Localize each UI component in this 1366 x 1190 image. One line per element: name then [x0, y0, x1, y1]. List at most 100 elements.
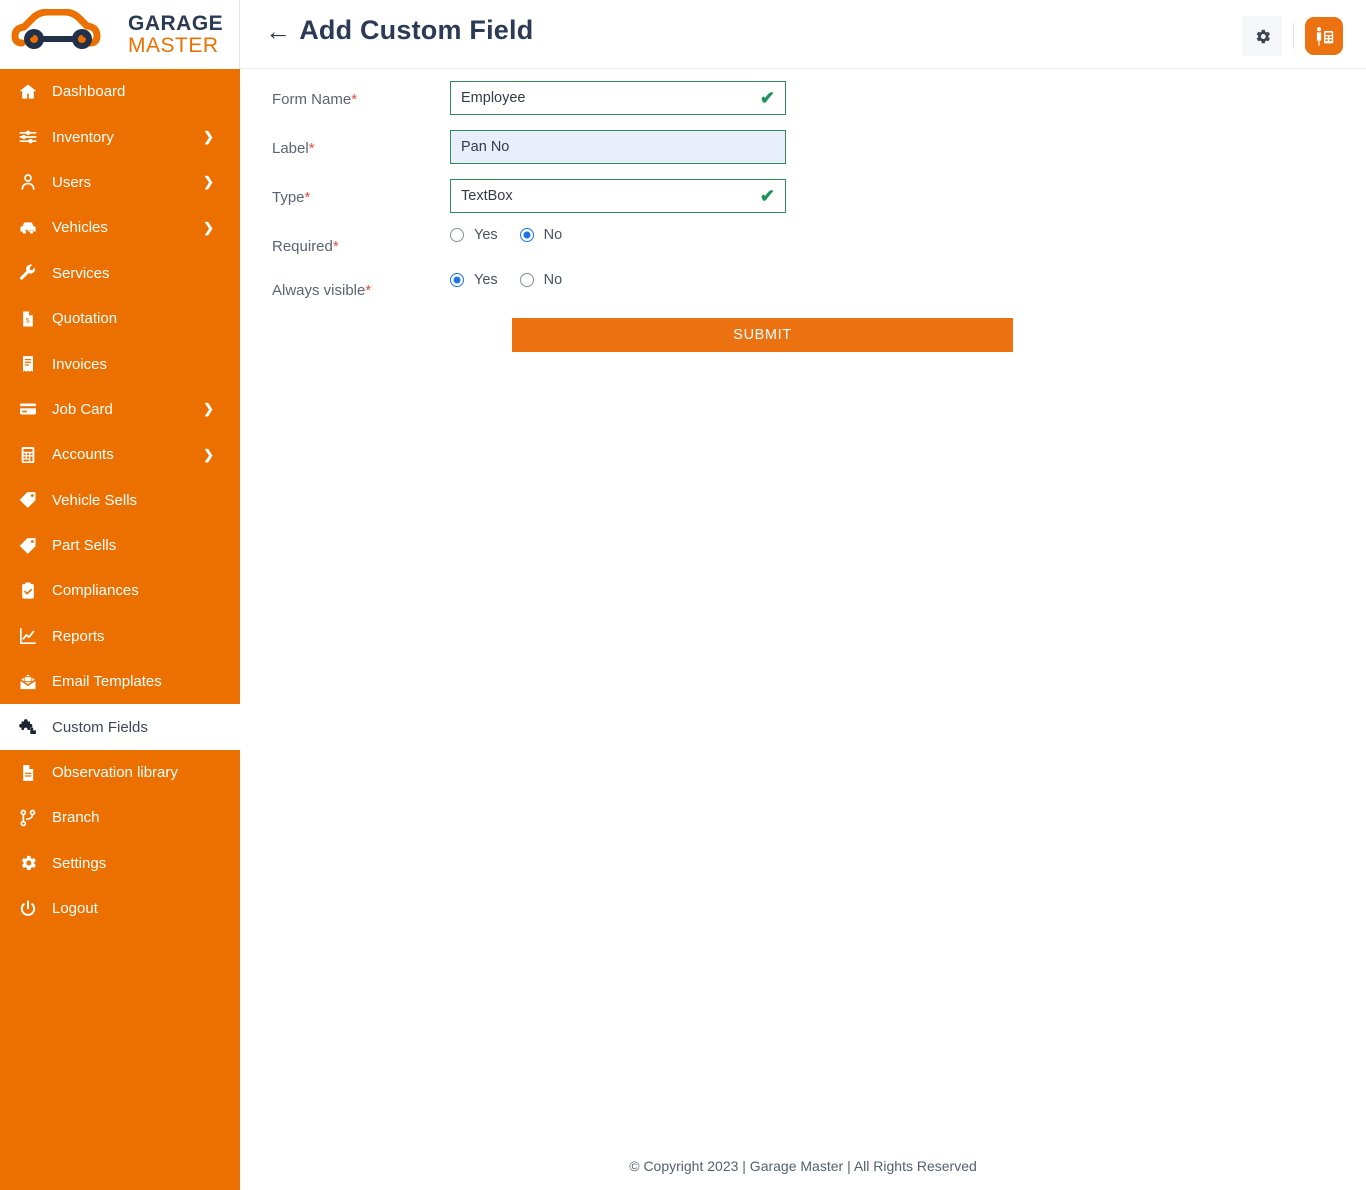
field-label: Label*: [272, 140, 315, 157]
page-title: ← Add Custom Field: [265, 15, 533, 46]
sidebar-item-label: Dashboard: [52, 83, 125, 100]
settings-button[interactable]: [1242, 16, 1282, 56]
valid-check-icon: ✔: [760, 89, 775, 107]
tag-icon: [18, 490, 38, 510]
clipboard-check-icon: [18, 581, 38, 601]
power-icon: [18, 899, 38, 919]
radio-required-no[interactable]: No: [520, 227, 563, 243]
sidebar-item-label: Observation library: [52, 764, 178, 781]
chevron-right-icon[interactable]: ❯: [203, 129, 214, 145]
sidebar-item-label: Logout: [52, 900, 98, 917]
sidebar-item-logout[interactable]: Logout: [0, 886, 240, 931]
chevron-right-icon[interactable]: ❯: [203, 220, 214, 236]
radio-dot[interactable]: [520, 228, 534, 242]
sidebar-item-inventory[interactable]: Inventory❯: [0, 114, 240, 159]
input-value: Employee: [461, 90, 525, 106]
sidebar-item-part-sells[interactable]: Part Sells: [0, 523, 240, 568]
radio-dot[interactable]: [450, 273, 464, 287]
sidebar-item-invoices[interactable]: Invoices: [0, 341, 240, 386]
header-actions: [1242, 16, 1343, 56]
sidebar-item-dashboard[interactable]: Dashboard: [0, 69, 240, 114]
wrench-icon: [18, 263, 38, 283]
gear-icon: [1253, 27, 1272, 46]
home-icon: [18, 82, 38, 102]
radio-dot[interactable]: [520, 273, 534, 287]
receipt-icon-wrap: [16, 354, 40, 374]
user-icon: [18, 172, 38, 192]
branch-icon: [18, 808, 38, 828]
brand-line2: MASTER: [128, 35, 223, 56]
sidebar-item-quotation[interactable]: $Quotation: [0, 296, 240, 341]
sidebar-item-vehicle-sells[interactable]: Vehicle Sells: [0, 478, 240, 523]
sidebar-item-label: Settings: [52, 855, 106, 872]
sidebar-item-accounts[interactable]: Accounts ❯: [0, 432, 240, 477]
home-icon-wrap: [16, 82, 40, 102]
sidebar-item-job-card[interactable]: Job Card ❯: [0, 387, 240, 432]
document-icon-wrap: [16, 763, 40, 783]
sidebar-item-label: Vehicle Sells: [52, 492, 137, 509]
radio-label: No: [544, 227, 563, 243]
clipboard-check-icon-wrap: [16, 581, 40, 601]
sidebar-item-branch[interactable]: Branch: [0, 795, 240, 840]
sidebar-item-reports[interactable]: Reports: [0, 614, 240, 659]
sidebar-item-label: Accounts: [52, 446, 114, 463]
power-icon-wrap: [16, 899, 40, 919]
sidebar-item-label: Email Templates: [52, 673, 162, 690]
radio-required-yes[interactable]: Yes: [450, 227, 498, 243]
sidebar-item-label: Reports: [52, 628, 105, 645]
field-label: Type*: [272, 189, 310, 206]
sidebar-item-label: Users: [52, 174, 91, 191]
sidebar-item-compliances[interactable]: Compliances: [0, 568, 240, 613]
valid-check-icon: ✔: [760, 187, 775, 205]
sidebar-item-vehicles[interactable]: Vehicles❯: [0, 205, 240, 250]
tag-icon-wrap: [16, 536, 40, 556]
sidebar-item-email-templates[interactable]: Email Templates: [0, 659, 240, 704]
brand-line1: GARAGE: [128, 13, 223, 34]
wrench-icon-wrap: [16, 263, 40, 283]
chevron-right-icon[interactable]: ❯: [203, 401, 214, 417]
required-asterisk: *: [351, 91, 357, 108]
calculator-icon-wrap: [16, 445, 40, 465]
puzzle-icon: [18, 717, 38, 737]
required-asterisk: *: [305, 189, 311, 206]
sidebar-item-label: Part Sells: [52, 537, 116, 554]
sliders-icon-wrap: [16, 127, 40, 147]
radio-group-label: Required*: [272, 238, 339, 255]
document-icon: [18, 763, 38, 783]
radio-label: Yes: [474, 272, 498, 288]
footer: © Copyright 2023 | Garage Master | All R…: [240, 1158, 1366, 1174]
input-label[interactable]: Pan No: [450, 130, 786, 164]
sidebar-item-users[interactable]: Users ❯: [0, 160, 240, 205]
field-label-text: Type: [272, 189, 305, 206]
input-value: TextBox: [461, 188, 513, 204]
radio-group: Yes No: [450, 227, 562, 243]
sidebar-item-custom-fields[interactable]: Custom Fields: [0, 704, 240, 749]
submit-button[interactable]: SUBMIT: [512, 318, 1013, 352]
radio-dot[interactable]: [450, 228, 464, 242]
sidebar-item-label: Branch: [52, 809, 100, 826]
car-wrench-logo-icon: [8, 9, 120, 61]
sidebar-item-label: Job Card: [52, 401, 113, 418]
sidebar-item-settings[interactable]: Settings: [0, 841, 240, 886]
quote-doc-icon-wrap: $: [16, 309, 40, 329]
app-root: GARAGE MASTER DashboardInventory❯Users❯V…: [0, 0, 1366, 1190]
brand-logo[interactable]: GARAGE MASTER: [0, 0, 240, 69]
chevron-right-icon[interactable]: ❯: [203, 174, 214, 190]
field-label: Form Name*: [272, 91, 357, 108]
header-divider: [1293, 23, 1294, 49]
radio-always-visible-no[interactable]: No: [520, 272, 563, 288]
card-icon-wrap: [16, 399, 40, 419]
input-form-name[interactable]: Employee ✔: [450, 81, 786, 115]
sidebar-item-services[interactable]: Services: [0, 251, 240, 296]
profile-button[interactable]: [1305, 17, 1343, 55]
svg-text:$: $: [26, 317, 30, 324]
back-arrow-icon[interactable]: ←: [265, 18, 291, 44]
radio-group-label-text: Always visible: [272, 282, 365, 299]
sidebar-item-label: Services: [52, 265, 110, 282]
sidebar-item-observation-library[interactable]: Observation library: [0, 750, 240, 795]
input-type[interactable]: TextBox ✔: [450, 179, 786, 213]
chevron-right-icon[interactable]: ❯: [203, 447, 214, 463]
radio-always-visible-yes[interactable]: Yes: [450, 272, 498, 288]
top-header: ← Add Custom Field: [240, 0, 1366, 69]
quote-doc-icon: $: [18, 309, 38, 329]
